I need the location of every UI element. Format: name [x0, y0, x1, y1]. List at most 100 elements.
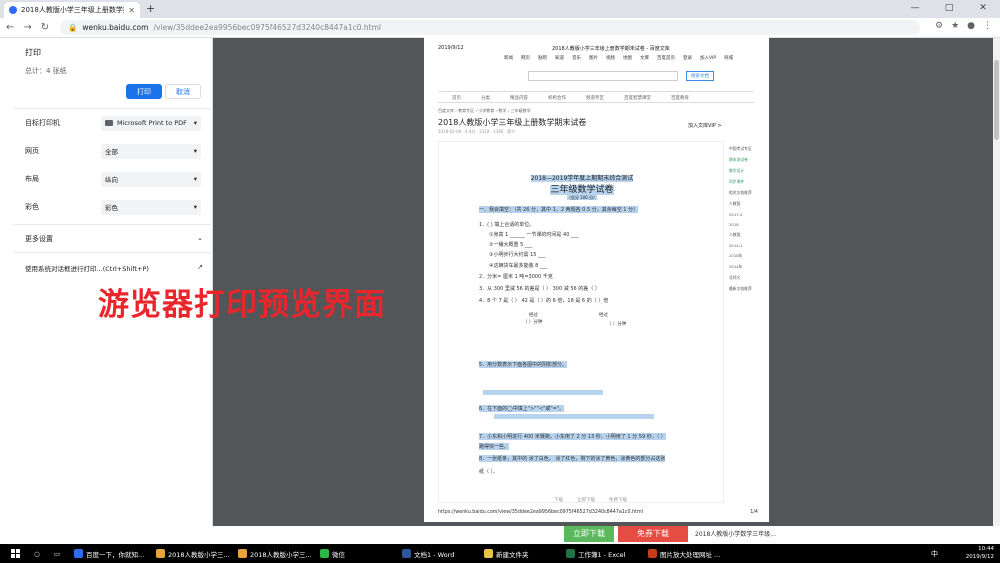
- destination-select[interactable]: Microsoft Print to PDF ▾: [101, 115, 201, 131]
- overlay-caption: 游览器打印预览界面: [98, 287, 386, 323]
- start-button[interactable]: [0, 544, 30, 563]
- question-line: 3．从 300 里减 56 的差是（ ） 300 减 56 的差（ ）: [479, 286, 600, 292]
- divider: [13, 108, 213, 109]
- sidebar-item[interactable]: 2014-2: [729, 243, 765, 248]
- sidebar-item[interactable]: 2018年: [729, 253, 765, 259]
- category-item[interactable]: 百度教育: [671, 95, 689, 101]
- clock-label: 经过: [599, 313, 608, 318]
- download-bar-item[interactable]: 立即下载: [577, 497, 595, 503]
- extension-icon[interactable]: ⚙: [935, 21, 943, 31]
- sidebar-item[interactable]: 2017-2: [729, 212, 765, 217]
- bookmark-star-icon[interactable]: ★: [951, 21, 959, 31]
- taskbar: ○ ▭ 百度一下，你就知... 2018人教版小学三... 2018人教版小学三..…: [0, 544, 1000, 563]
- sidebar-item[interactable]: 相关文档推荐: [729, 190, 765, 196]
- task-view-icon[interactable]: ▭: [50, 544, 70, 563]
- sidebar-item[interactable]: 同步课件: [729, 179, 765, 185]
- taskbar-item[interactable]: 新建文件夹: [480, 544, 562, 563]
- taskbar-item[interactable]: 文档1 - Word: [398, 544, 480, 563]
- vip-link[interactable]: 加入文库VIP >: [688, 122, 722, 129]
- close-icon[interactable]: ✕: [128, 6, 135, 15]
- color-select[interactable]: 彩色 ▾: [101, 199, 201, 215]
- nav-item[interactable]: 图片: [589, 55, 598, 61]
- doc-title: 2018人教版小学三年级上册数学期末试卷: [438, 118, 587, 127]
- category-item[interactable]: 频道专区: [586, 95, 604, 101]
- sidebar-item[interactable]: 2014年: [729, 264, 765, 270]
- clock-answer: （ ）分钟: [607, 322, 627, 327]
- back-icon[interactable]: ←: [6, 22, 14, 33]
- nav-item[interactable]: 音乐: [572, 55, 581, 61]
- nav-item[interactable]: 新闻: [504, 55, 513, 61]
- nav-item[interactable]: 知道: [555, 55, 564, 61]
- download-bar-item[interactable]: 免费下载: [609, 497, 627, 503]
- free-download-button[interactable]: 免券下载: [618, 526, 688, 542]
- category-item[interactable]: 百度智慧课堂: [624, 95, 651, 101]
- category-item[interactable]: 机构合作: [548, 95, 566, 101]
- question-line: ④这辆货车最多能装 8 ___: [489, 263, 548, 269]
- app-icon: [238, 549, 247, 558]
- taskbar-item-label: 2018人教版小学三...: [250, 550, 312, 559]
- destination-label: 目标打印机: [25, 119, 60, 127]
- nav-item[interactable]: 商城: [724, 55, 733, 61]
- sidebar-item[interactable]: 人教版: [729, 232, 765, 238]
- sidebar-item[interactable]: 北师大: [729, 275, 765, 281]
- sidebar-item[interactable]: 期末测试卷: [729, 157, 765, 163]
- nav-item[interactable]: 视频: [606, 55, 615, 61]
- search-button[interactable]: 搜索文档: [686, 71, 714, 81]
- search-box[interactable]: [528, 71, 678, 81]
- minimize-icon[interactable]: —: [898, 0, 932, 16]
- category-item[interactable]: 分类: [481, 95, 490, 101]
- cortana-icon[interactable]: ○: [30, 544, 50, 563]
- category-item[interactable]: 精品内容: [510, 95, 528, 101]
- menu-icon[interactable]: ⋮: [983, 21, 992, 31]
- clock[interactable]: 10:44 2019/9/12: [966, 545, 994, 561]
- reload-icon[interactable]: ↻: [41, 22, 49, 33]
- background-doc-title: 2018人教版小学数学三年级...: [695, 531, 776, 538]
- nav-item[interactable]: 加入VIP: [700, 55, 716, 61]
- nav-item[interactable]: 登录: [683, 55, 692, 61]
- print-button[interactable]: 打印: [126, 84, 162, 99]
- sidebar-item[interactable]: 2018: [729, 222, 765, 227]
- sidebar-item[interactable]: 最新文档推荐: [729, 286, 765, 292]
- download-bar-item[interactable]: 下载: [554, 497, 563, 503]
- browser-tab[interactable]: 2018人教版小学三年级上册数学期末试卷 ✕: [4, 2, 140, 18]
- cancel-button[interactable]: 取消: [165, 84, 201, 99]
- download-bar: 下载 立即下载 免费下载: [554, 497, 627, 503]
- scrollbar[interactable]: [993, 38, 1000, 526]
- taskbar-item-label: 文档1 - Word: [414, 550, 455, 559]
- app-icon: [74, 549, 83, 558]
- sidebar-item[interactable]: 教学设计: [729, 168, 765, 174]
- scrollbar-thumb[interactable]: [994, 60, 999, 140]
- taskbar-item[interactable]: 图片放大处理网址 ...: [644, 544, 726, 563]
- sidebar-item[interactable]: 中国考试专区: [729, 146, 765, 152]
- pages-label: 网页: [25, 147, 39, 155]
- tab-strip: 2018人教版小学三年级上册数学期末试卷 ✕ + — □ ✕: [0, 0, 1000, 18]
- nav-item[interactable]: 地图: [623, 55, 632, 61]
- taskbar-item-label: 图片放大处理网址 ...: [660, 550, 721, 559]
- question-line: 1．( ) 填上合适的单位。: [479, 222, 535, 228]
- nav-item[interactable]: 贴吧: [538, 55, 547, 61]
- download-button[interactable]: 立即下载: [564, 526, 614, 542]
- profile-icon[interactable]: ●: [967, 21, 975, 31]
- nav-item[interactable]: 文库: [640, 55, 649, 61]
- taskbar-item-label: 工作簿1 - Excel: [578, 550, 626, 559]
- sidebar-item[interactable]: 人教版: [729, 201, 765, 207]
- pages-select[interactable]: 全部 ▾: [101, 143, 201, 159]
- ime-indicator[interactable]: 中: [931, 549, 938, 559]
- url-field[interactable]: 🔒 wenku.baidu.com/view/35ddee2ea9956bec0…: [60, 20, 920, 35]
- taskbar-item[interactable]: 微信: [316, 544, 398, 563]
- forward-icon[interactable]: →: [23, 22, 31, 33]
- taskbar-item[interactable]: 2018人教版小学三...: [234, 544, 316, 563]
- layout-select[interactable]: 纵向 ▾: [101, 171, 201, 187]
- category-item[interactable]: 首页: [452, 95, 461, 101]
- taskbar-item[interactable]: 2018人教版小学三...: [152, 544, 234, 563]
- print-heading: 打印: [25, 48, 41, 57]
- taskbar-item[interactable]: 百度一下，你就知...: [70, 544, 152, 563]
- nav-item[interactable]: 网页: [521, 55, 530, 61]
- new-tab-icon[interactable]: +: [146, 2, 155, 15]
- close-window-icon[interactable]: ✕: [966, 0, 1000, 16]
- taskbar-item[interactable]: 工作簿1 - Excel: [562, 544, 644, 563]
- maximize-icon[interactable]: □: [932, 0, 966, 16]
- system-dialog-link[interactable]: 使用系统对话框进行打印...(Ctrl+Shift+P) ↗: [25, 263, 203, 273]
- nav-item[interactable]: 百度首页: [657, 55, 675, 61]
- more-settings-toggle[interactable]: 更多设置 ⌄: [25, 234, 203, 244]
